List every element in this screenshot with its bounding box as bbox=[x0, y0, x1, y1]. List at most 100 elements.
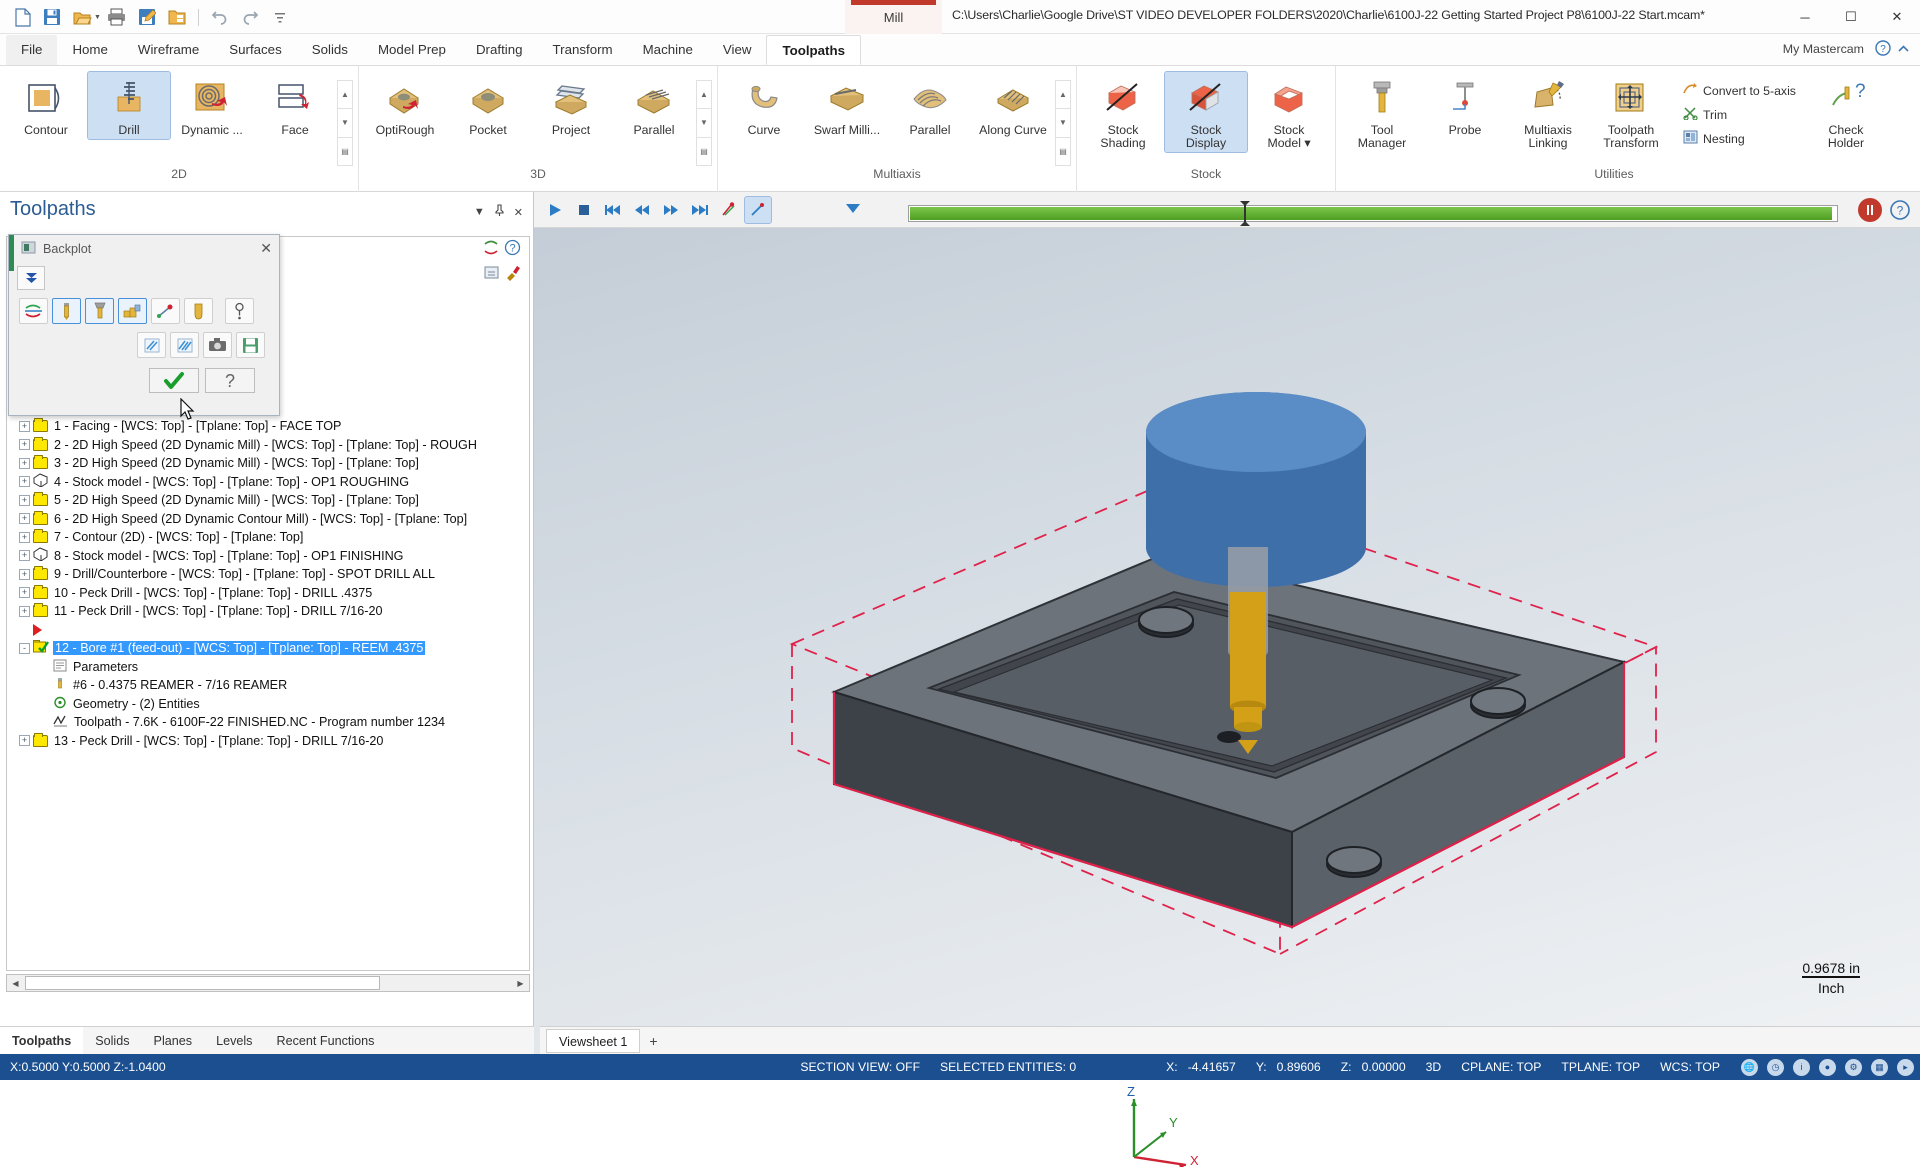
backplot-expand-button[interactable] bbox=[17, 266, 45, 290]
step-back-icon[interactable] bbox=[629, 197, 655, 223]
group-2d-spinner[interactable]: ▲ ▼ ▤ bbox=[337, 80, 353, 166]
tree-row[interactable]: Toolpath - 7.6K - 6100F-22 FINISHED.NC -… bbox=[7, 713, 529, 732]
display-rapid-moves-icon[interactable] bbox=[118, 298, 147, 324]
tree-expander[interactable]: + bbox=[19, 735, 30, 747]
tree-expander[interactable]: + bbox=[19, 476, 30, 488]
tree-row[interactable]: - 12 - Bore #1 (feed-out) - [WCS: Top] - … bbox=[7, 639, 529, 658]
bottom-tab-planes[interactable]: Planes bbox=[142, 1027, 205, 1055]
tree-row[interactable]: +7 - Contour (2D) - [WCS: Top] - [Tplane… bbox=[7, 528, 529, 547]
tool-profile-icon[interactable] bbox=[184, 298, 213, 324]
viewsheet-tab[interactable]: Viewsheet 1 bbox=[546, 1028, 641, 1053]
nesting-item[interactable]: Nesting bbox=[1679, 128, 1800, 149]
pin-icon[interactable] bbox=[494, 204, 505, 220]
clock-icon[interactable]: ◷ bbox=[1767, 1058, 1784, 1076]
toolpath-swarf-button[interactable]: Swarf Milli... bbox=[806, 72, 888, 139]
help-icon[interactable]: ? bbox=[504, 239, 521, 259]
backplot-speed-slider[interactable] bbox=[838, 202, 868, 220]
tree-expander[interactable]: + bbox=[19, 457, 30, 469]
skip-start-icon[interactable] bbox=[600, 197, 626, 223]
customize-icon[interactable] bbox=[266, 4, 294, 30]
backplot-progress-handle[interactable] bbox=[1240, 201, 1250, 226]
tree-row[interactable]: +6 - 2D High Speed (2D Dynamic Contour M… bbox=[7, 510, 529, 529]
tree-expander[interactable]: + bbox=[19, 550, 30, 562]
scroll-right-arrow[interactable]: ▶ bbox=[512, 975, 529, 991]
toolpath-colorloop-icon[interactable] bbox=[19, 298, 48, 324]
tree-expander[interactable]: + bbox=[19, 568, 30, 580]
tree-row[interactable]: +5 - 2D High Speed (2D Dynamic Mill) - [… bbox=[7, 491, 529, 510]
stop-record-icon[interactable] bbox=[1858, 198, 1882, 222]
step-forward-icon[interactable] bbox=[658, 197, 684, 223]
backplot-ok-button[interactable] bbox=[149, 368, 199, 393]
trim-item[interactable]: Trim bbox=[1679, 104, 1800, 125]
bottom-tab-toolpaths[interactable]: Toolpaths bbox=[0, 1026, 84, 1055]
tab-file[interactable]: File bbox=[6, 35, 58, 65]
new-icon[interactable] bbox=[8, 4, 36, 30]
tree-expander[interactable]: + bbox=[19, 605, 30, 617]
viewsheet-add-button[interactable]: + bbox=[640, 1033, 666, 1049]
toolpath-along-curve-button[interactable]: Along Curve bbox=[972, 72, 1054, 139]
tab-view[interactable]: View bbox=[708, 35, 767, 65]
stop-icon[interactable] bbox=[571, 197, 597, 223]
chevron-down-icon[interactable]: ▼ bbox=[474, 206, 485, 218]
status-3d-toggle[interactable]: 3D bbox=[1416, 1060, 1452, 1074]
tree-expander[interactable]: + bbox=[19, 587, 30, 599]
tree-expander[interactable]: + bbox=[19, 420, 30, 432]
multiaxis-linking-button[interactable]: Multiaxis Linking bbox=[1507, 72, 1589, 152]
toolpath-pocket-button[interactable]: Pocket bbox=[447, 72, 529, 139]
tree-row[interactable]: +8 - Stock model - [WCS: Top] - [Tplane:… bbox=[7, 547, 529, 566]
endpoints-icon[interactable] bbox=[151, 298, 180, 324]
group-multiaxis-spinner[interactable]: ▲ ▼ ▤ bbox=[1055, 80, 1071, 166]
my-mastercam-label[interactable]: My Mastercam bbox=[1783, 42, 1864, 56]
gear-icon[interactable]: ⚙ bbox=[1845, 1058, 1862, 1076]
toolpath-dynamic-button[interactable]: Dynamic ... bbox=[171, 72, 253, 139]
close-button[interactable]: ✕ bbox=[1874, 0, 1920, 34]
undo-icon[interactable] bbox=[206, 4, 234, 30]
toolpath-parallel-3d-button[interactable]: Parallel bbox=[613, 72, 695, 139]
tab-solids[interactable]: Solids bbox=[297, 35, 363, 65]
spinner-down-icon[interactable]: ▼ bbox=[1055, 108, 1071, 137]
bottom-tab-recent-functions[interactable]: Recent Functions bbox=[264, 1027, 386, 1055]
open-dropdown-caret[interactable]: ▼ bbox=[94, 14, 101, 21]
tree-expander[interactable]: + bbox=[19, 531, 30, 543]
spinner-down-icon[interactable]: ▼ bbox=[337, 108, 353, 137]
spinner-more-icon[interactable]: ▤ bbox=[696, 136, 712, 166]
tab-transform[interactable]: Transform bbox=[538, 35, 628, 65]
tree-row[interactable]: +3 - 2D High Speed (2D Dynamic Mill) - [… bbox=[7, 454, 529, 473]
tree-row[interactable]: Geometry - (2) Entities bbox=[7, 695, 529, 714]
help-circle-icon[interactable]: ? bbox=[1875, 40, 1891, 59]
folder-manage-icon[interactable] bbox=[163, 4, 191, 30]
tab-surfaces[interactable]: Surfaces bbox=[214, 35, 296, 65]
close-icon[interactable]: ✕ bbox=[514, 206, 523, 219]
tree-expander[interactable]: - bbox=[19, 642, 30, 654]
tab-toolpaths[interactable]: Toolpaths bbox=[766, 35, 862, 65]
backplot-title-bar[interactable]: Backplot ✕ bbox=[9, 235, 279, 263]
tree-row[interactable]: +4 - Stock model - [WCS: Top] - [Tplane:… bbox=[7, 473, 529, 492]
tree-horizontal-scrollbar[interactable]: ◀ ▶ bbox=[6, 974, 530, 992]
scroll-thumb[interactable] bbox=[25, 976, 380, 990]
spinner-more-icon[interactable]: ▤ bbox=[337, 136, 353, 166]
spinner-more-icon[interactable]: ▤ bbox=[1055, 136, 1071, 166]
save-as-icon[interactable] bbox=[133, 4, 161, 30]
tree-row[interactable]: +11 - Peck Drill - [WCS: Top] - [Tplane:… bbox=[7, 602, 529, 621]
mill-machine-tab[interactable]: Mill bbox=[845, 0, 942, 34]
toolpath-optirough-button[interactable]: OptiRough bbox=[364, 72, 446, 139]
toolpath-display-icon[interactable] bbox=[716, 197, 742, 223]
tree-row[interactable]: +9 - Drill/Counterbore - [WCS: Top] - [T… bbox=[7, 565, 529, 584]
tree-row[interactable]: +13 - Peck Drill - [WCS: Top] - [Tplane:… bbox=[7, 732, 529, 751]
play-icon[interactable] bbox=[542, 197, 568, 223]
spinner-down-icon[interactable]: ▼ bbox=[696, 108, 712, 137]
backplot-help-button[interactable]: ? bbox=[205, 368, 255, 393]
status-tplane[interactable]: TPLANE: TOP bbox=[1551, 1060, 1650, 1074]
toolpath-transform-button[interactable]: Toolpath Transform bbox=[1590, 72, 1672, 152]
tool-info-icon[interactable] bbox=[225, 298, 254, 324]
check-holder-button[interactable]: ? Check Holder bbox=[1805, 72, 1887, 152]
stock-model-button[interactable]: Stock Model ▾ bbox=[1248, 72, 1330, 152]
ribbon-collapse-icon[interactable] bbox=[1897, 43, 1910, 57]
backplot-progress-track[interactable] bbox=[908, 201, 1838, 226]
maximize-button[interactable]: ☐ bbox=[1828, 0, 1874, 34]
group-3d-spinner[interactable]: ▲ ▼ ▤ bbox=[696, 80, 712, 166]
convert-5axis-item[interactable]: Convert to 5-axis bbox=[1679, 80, 1800, 101]
spinner-up-icon[interactable]: ▲ bbox=[696, 80, 712, 109]
tab-model-prep[interactable]: Model Prep bbox=[363, 35, 461, 65]
skip-end-icon[interactable] bbox=[687, 197, 713, 223]
